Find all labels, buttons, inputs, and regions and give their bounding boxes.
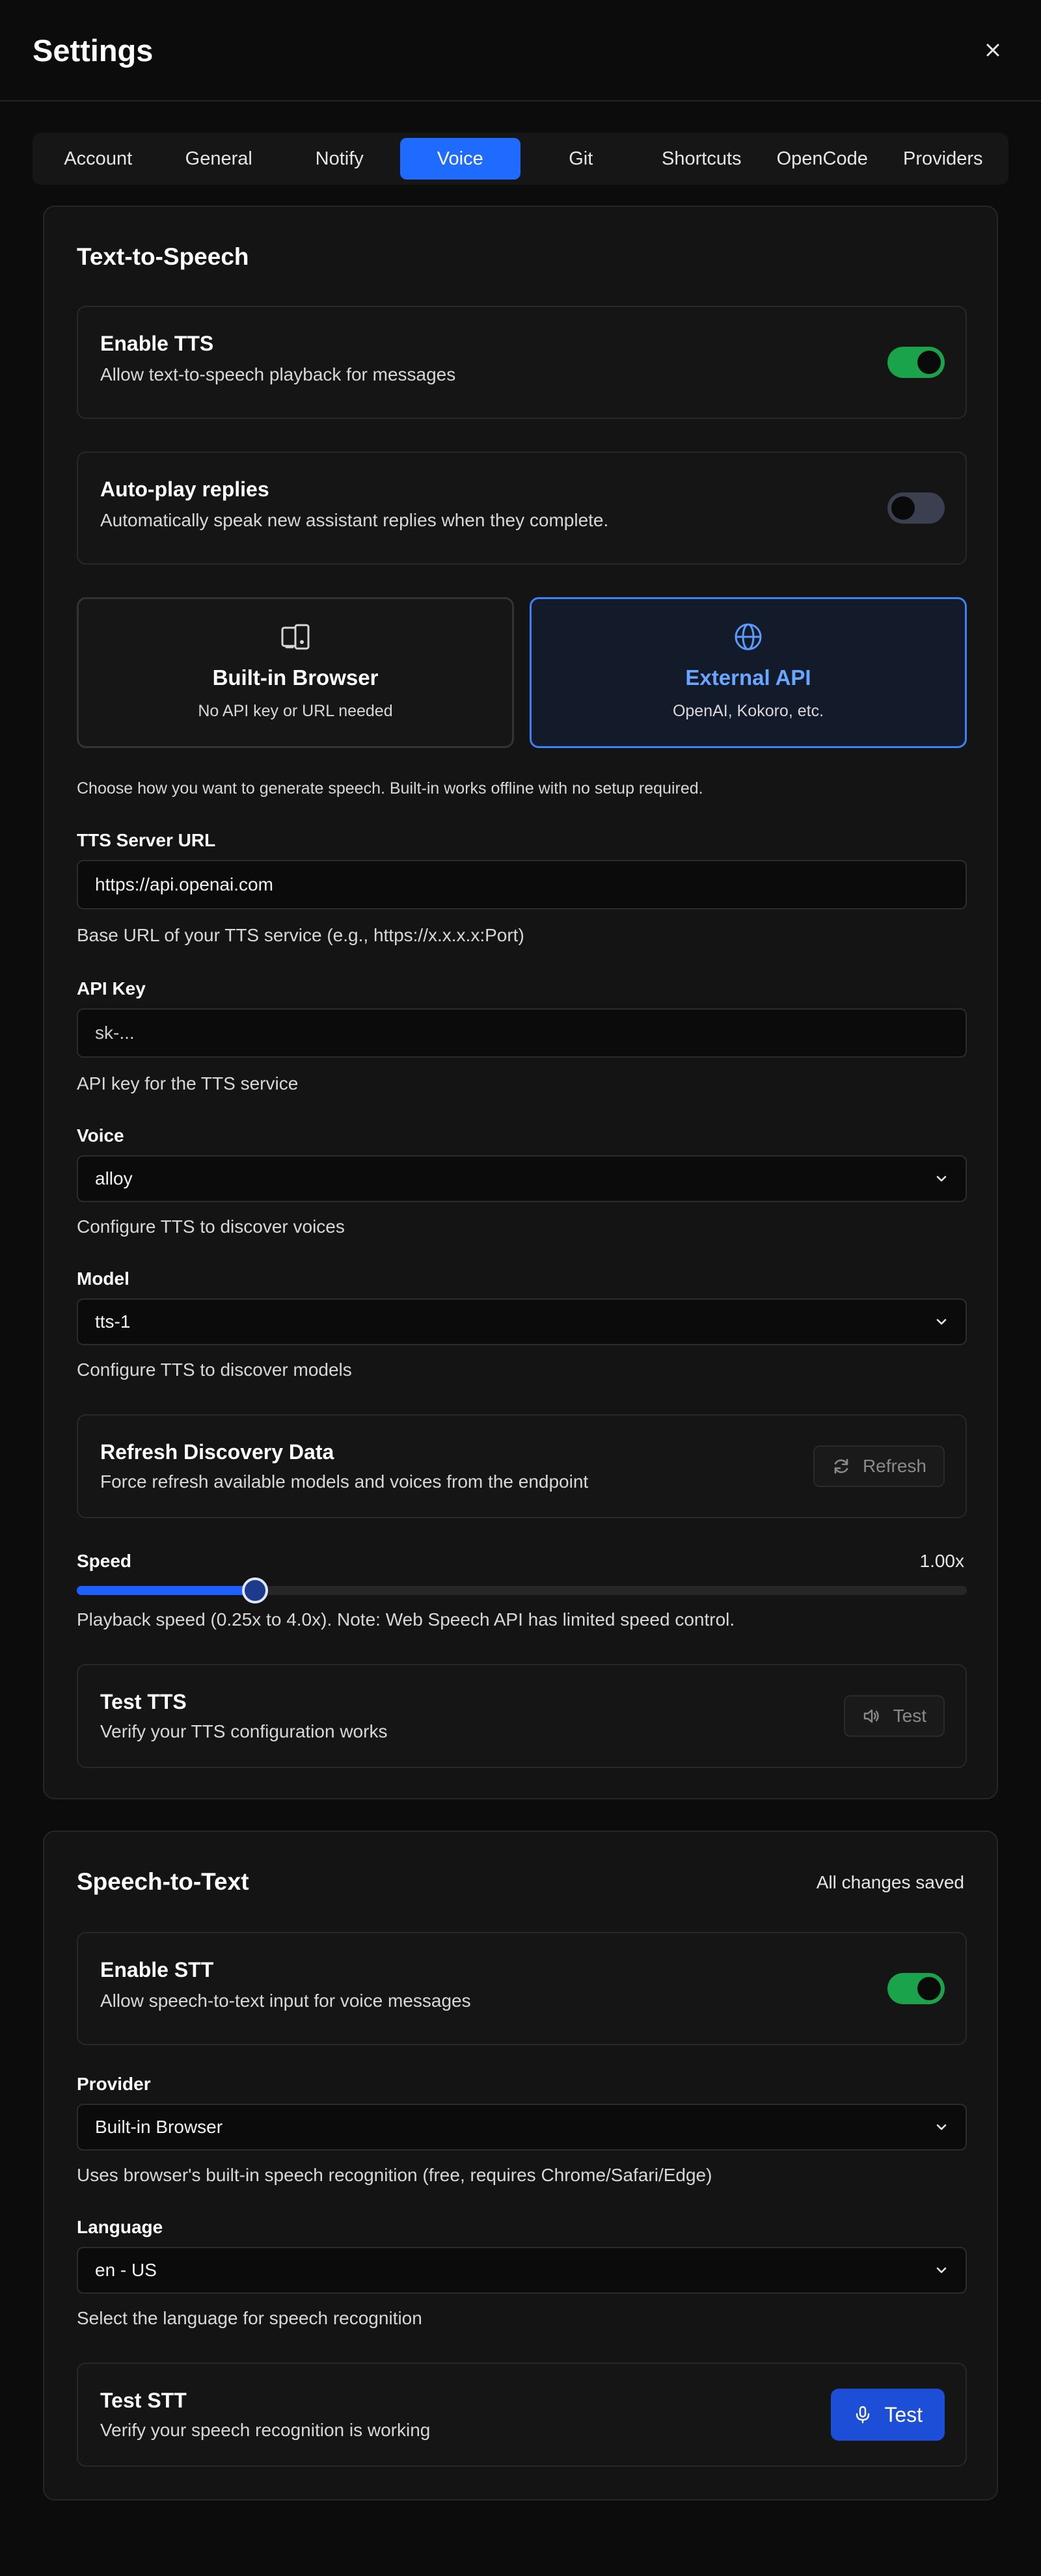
toggle-knob [891, 496, 915, 520]
toggle-knob [917, 1977, 941, 2000]
chevron-down-icon [936, 2124, 947, 2130]
mode-browser-title: Built-in Browser [212, 665, 379, 690]
tab-shortcuts[interactable]: Shortcuts [642, 138, 763, 180]
enable-stt-toggle[interactable] [887, 1973, 945, 2004]
enable-tts-title: Enable TTS [100, 332, 214, 355]
provider-select[interactable]: Built-in Browser [77, 2104, 967, 2151]
api-key-placeholder: sk-... [95, 1023, 135, 1043]
settings-header: Settings [0, 0, 1041, 101]
refresh-button[interactable]: Refresh [813, 1445, 945, 1487]
tts-server-url-input[interactable]: https://api.openai.com [77, 860, 967, 909]
voice-select-value: alloy [95, 1168, 133, 1188]
tab-general[interactable]: General [159, 138, 280, 180]
stt-card: Speech-to-Text All changes saved Enable … [43, 1831, 998, 2501]
model-label: Model [77, 1268, 129, 1289]
chevron-down-icon [936, 2267, 947, 2274]
language-help: Select the language for speech recogniti… [77, 2308, 422, 2328]
chevron-down-icon [936, 1319, 947, 1325]
refresh-icon [834, 1458, 848, 1474]
tts-card: Text-to-Speech Enable TTS Allow text-to-… [43, 206, 998, 1799]
speed-value: 1.00x [919, 1551, 965, 1571]
tab-providers[interactable]: Providers [883, 138, 1004, 180]
tts-server-url-label: TTS Server URL [77, 830, 216, 850]
microphone-icon [856, 2406, 870, 2424]
voice-label: Voice [77, 1125, 124, 1146]
test-tts-button-label: Test [893, 1706, 926, 1726]
api-key-label: API Key [77, 978, 146, 999]
close-icon [986, 44, 999, 57]
mode-built-in-browser[interactable]: Built-in Browser No API key or URL neede… [77, 597, 514, 748]
enable-stt-row: Enable STT Allow speech-to-text input fo… [77, 1932, 967, 2045]
chevron-down-icon [936, 1175, 947, 1182]
voice-help: Configure TTS to discover voices [77, 1216, 345, 1237]
autoplay-row: Auto-play replies Automatically speak ne… [77, 451, 967, 565]
speed-slider-fill [77, 1586, 255, 1595]
provider-help: Uses browser's built-in speech recogniti… [77, 2165, 712, 2185]
speaker-icon [863, 1709, 879, 1723]
globe-icon [735, 623, 762, 651]
tts-server-url-value: https://api.openai.com [95, 874, 273, 894]
enable-tts-desc: Allow text-to-speech playback for messag… [100, 364, 456, 384]
model-select[interactable]: tts-1 [77, 1298, 967, 1345]
enable-tts-row: Enable TTS Allow text-to-speech playback… [77, 306, 967, 419]
model-help: Configure TTS to discover models [77, 1360, 352, 1380]
test-stt-button-label: Test [884, 2402, 923, 2426]
autoplay-toggle[interactable] [887, 492, 945, 524]
page-title: Settings [33, 33, 154, 68]
enable-tts-toggle[interactable] [887, 347, 945, 378]
tts-section-title: Text-to-Speech [77, 243, 249, 270]
language-select-value: en - US [95, 2260, 157, 2280]
test-tts-desc: Verify your TTS configuration works [100, 1721, 388, 1741]
test-tts-title: Test TTS [100, 1690, 187, 1713]
refresh-discovery-row: Refresh Discovery Data Force refresh ava… [77, 1414, 967, 1518]
language-select[interactable]: en - US [77, 2247, 967, 2294]
api-key-input[interactable]: sk-... [77, 1008, 967, 1058]
speed-help: Playback speed (0.25x to 4.0x). Note: We… [77, 1609, 735, 1630]
refresh-discovery-desc: Force refresh available models and voice… [100, 1471, 589, 1492]
settings-tabs: Account General Notify Voice Git Shortcu… [33, 133, 1008, 185]
stt-section-title: Speech-to-Text [77, 1868, 249, 1895]
test-tts-button[interactable]: Test [843, 1695, 945, 1737]
speed-slider-thumb[interactable] [242, 1577, 268, 1603]
tab-opencode[interactable]: OpenCode [762, 138, 883, 180]
tab-notify[interactable]: Notify [279, 138, 400, 180]
autoplay-title: Auto-play replies [100, 477, 269, 501]
toggle-knob [917, 351, 941, 374]
language-label: Language [77, 2217, 163, 2237]
tab-voice[interactable]: Voice [399, 138, 520, 180]
provider-label: Provider [77, 2074, 151, 2094]
devices-icon [281, 624, 310, 650]
mode-browser-sub: No API key or URL needed [198, 702, 393, 720]
tts-server-url-help: Base URL of your TTS service (e.g., http… [77, 925, 524, 945]
mode-external-sub: OpenAI, Kokoro, etc. [672, 702, 824, 720]
enable-stt-title: Enable STT [100, 1958, 214, 1981]
refresh-discovery-title: Refresh Discovery Data [100, 1440, 334, 1464]
mode-external-title: External API [685, 665, 811, 690]
save-status: All changes saved [816, 1872, 964, 1892]
test-tts-row: Test TTS Verify your TTS configuration w… [77, 1664, 967, 1768]
close-button[interactable] [977, 34, 1008, 66]
test-stt-desc: Verify your speech recognition is workin… [100, 2420, 431, 2440]
tab-account[interactable]: Account [38, 138, 159, 180]
api-key-help: API key for the TTS service [77, 1073, 299, 1093]
speed-label: Speed [77, 1551, 132, 1571]
voice-select[interactable]: alloy [77, 1155, 967, 1202]
tab-git[interactable]: Git [520, 138, 642, 180]
mode-external-api[interactable]: External API OpenAI, Kokoro, etc. [530, 597, 967, 748]
provider-select-value: Built-in Browser [95, 2117, 223, 2137]
test-stt-row: Test STT Verify your speech recognition … [77, 2363, 967, 2467]
test-stt-button[interactable]: Test [831, 2389, 945, 2441]
autoplay-desc: Automatically speak new assistant replie… [100, 510, 609, 530]
model-select-value: tts-1 [95, 1311, 131, 1332]
enable-stt-desc: Allow speech-to-text input for voice mes… [100, 1991, 471, 2011]
mode-help-text: Choose how you want to generate speech. … [77, 779, 703, 798]
refresh-button-label: Refresh [862, 1456, 926, 1476]
test-stt-title: Test STT [100, 2389, 187, 2412]
speed-slider[interactable] [77, 1577, 967, 1603]
